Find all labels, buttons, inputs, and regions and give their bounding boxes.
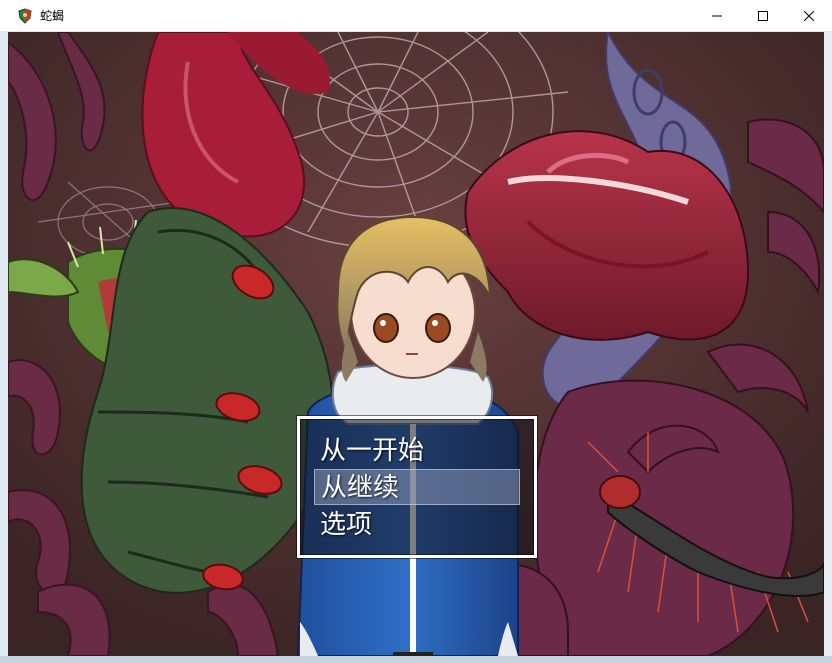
menu-item-label: 从一开始 xyxy=(320,436,425,466)
close-icon xyxy=(804,11,814,21)
background-window-right xyxy=(824,32,832,663)
title-artwork xyxy=(8,32,824,656)
taskbar-strip xyxy=(0,656,832,663)
maximize-icon xyxy=(758,11,768,21)
minimize-icon xyxy=(712,15,722,17)
menu-item-label: 选项 xyxy=(320,510,373,540)
window-title: 蛇蝎 xyxy=(40,9,65,23)
game-shield-icon xyxy=(17,7,33,24)
menu-item-continue[interactable]: 从继续 xyxy=(314,469,520,505)
caption-buttons xyxy=(694,0,832,32)
title-command-window: 从一开始 从继续 选项 xyxy=(297,416,537,558)
maximize-button[interactable] xyxy=(740,0,786,32)
menu-item-options[interactable]: 选项 xyxy=(314,507,520,543)
window-titlebar: 蛇蝎 xyxy=(0,0,832,32)
menu-item-new-game[interactable]: 从一开始 xyxy=(314,433,520,469)
menu-item-label: 从继续 xyxy=(321,473,400,503)
background-window-left xyxy=(0,32,8,663)
close-button[interactable] xyxy=(786,0,832,32)
game-viewport[interactable] xyxy=(8,32,824,656)
minimize-button[interactable] xyxy=(694,0,740,32)
